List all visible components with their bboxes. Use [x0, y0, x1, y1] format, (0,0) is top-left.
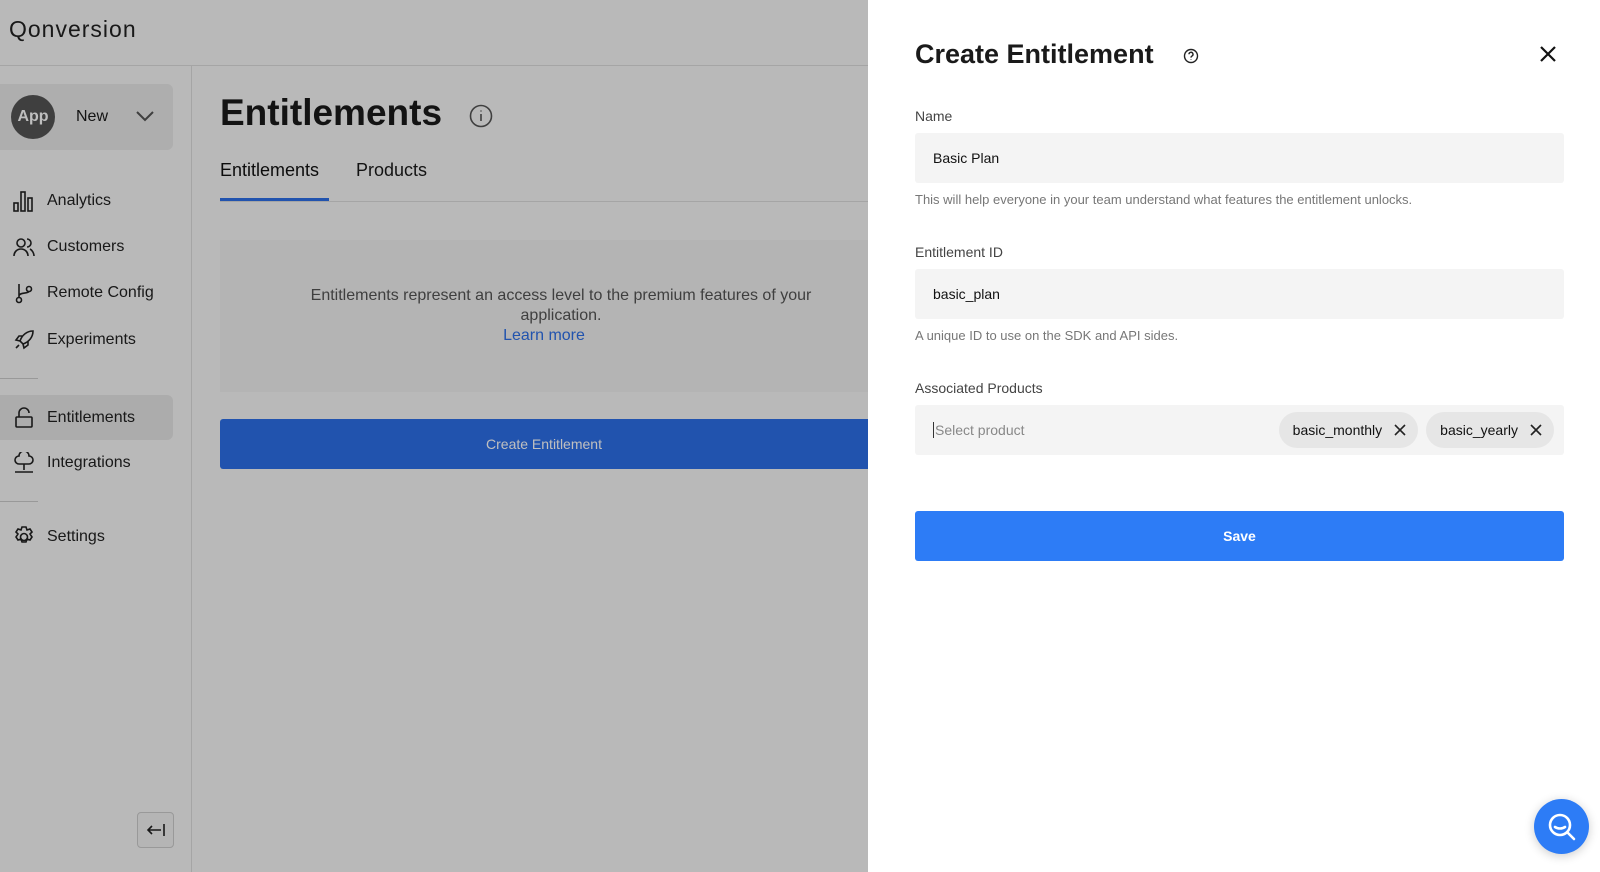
help-icon[interactable]: [1183, 48, 1199, 64]
search-icon: [1548, 813, 1575, 840]
close-icon[interactable]: [1538, 44, 1558, 64]
modal-backdrop[interactable]: [0, 0, 868, 872]
name-label: Name: [915, 108, 953, 124]
save-button[interactable]: Save: [915, 511, 1564, 561]
associated-products-select[interactable]: Select product basic_monthly basic_yearl…: [915, 405, 1564, 455]
select-product-placeholder: Select product: [933, 422, 1271, 438]
entitlement-id-label: Entitlement ID: [915, 244, 1003, 260]
chip-label: basic_monthly: [1292, 422, 1383, 438]
name-hint: This will help everyone in your team und…: [915, 192, 1413, 207]
name-field[interactable]: Basic Plan: [915, 133, 1564, 183]
entitlement-id-field[interactable]: basic_plan: [915, 269, 1564, 319]
product-chip: basic_yearly: [1426, 412, 1554, 448]
entitlement-id-hint: A unique ID to use on the SDK and API si…: [915, 328, 1179, 343]
create-entitlement-panel: Create Entitlement Name Basic Plan This …: [868, 0, 1600, 872]
chip-label: basic_yearly: [1440, 422, 1518, 438]
remove-icon[interactable]: [1530, 424, 1542, 436]
search-help-button[interactable]: [1534, 799, 1589, 854]
remove-icon[interactable]: [1394, 424, 1406, 436]
panel-title: Create Entitlement: [915, 39, 1154, 69]
associated-products-label: Associated Products: [915, 380, 1043, 396]
product-chip: basic_monthly: [1278, 412, 1419, 448]
